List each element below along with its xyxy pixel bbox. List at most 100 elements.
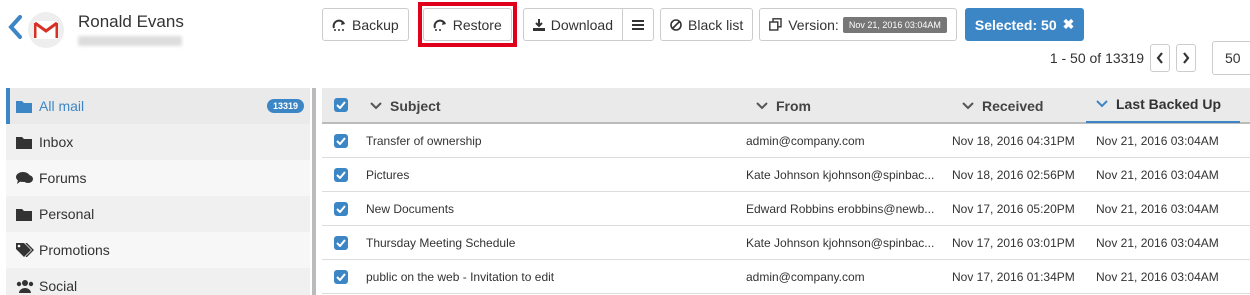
prev-page-button[interactable] xyxy=(1150,44,1170,72)
blacklist-label: Black list xyxy=(688,16,744,33)
folder-icon xyxy=(16,208,36,221)
cell-backed: Nov 21, 2016 03:04AM xyxy=(1096,133,1219,148)
row-checkbox[interactable] xyxy=(322,269,360,284)
cell-subject: Transfer of ownership xyxy=(366,133,482,148)
chevron-down-icon xyxy=(962,101,974,109)
table-row[interactable]: New Documents Edward Robbins erobbins@ne… xyxy=(322,192,1250,226)
download-icon xyxy=(532,18,545,31)
row-checkbox[interactable] xyxy=(322,201,360,216)
column-subject[interactable]: Subject xyxy=(360,97,746,114)
cell-from: Edward Robbins erobbins@newb... xyxy=(746,201,935,216)
pane-divider[interactable] xyxy=(312,88,316,295)
sidebar-item-label: Forums xyxy=(39,170,87,186)
table-row[interactable]: Thursday Meeting Schedule Kate Johnson k… xyxy=(322,226,1250,260)
sidebar-item-inbox[interactable]: Inbox xyxy=(6,124,310,160)
sidebar-item-forums[interactable]: Forums xyxy=(6,160,310,196)
table-header: Subject From Received Last Backed Up xyxy=(322,88,1250,124)
page-size-select[interactable]: 50 xyxy=(1212,41,1250,75)
cell-backed: Nov 21, 2016 03:04AM xyxy=(1096,201,1219,216)
sidebar-item-label: All mail xyxy=(39,98,85,114)
checkbox-checked-icon xyxy=(334,98,348,112)
chevron-down-icon xyxy=(370,101,382,109)
next-page-button[interactable] xyxy=(1176,44,1196,72)
backup-label: Backup xyxy=(352,16,399,33)
cell-subject: Pictures xyxy=(366,167,410,182)
sidebar-item-all-mail[interactable]: All mail 13319 xyxy=(6,88,310,124)
sidebar-item-label: Personal xyxy=(39,206,95,222)
column-from[interactable]: From xyxy=(746,97,952,114)
chevron-down-icon xyxy=(1096,100,1108,108)
blacklist-button[interactable]: Black list xyxy=(660,8,754,41)
table-row[interactable]: Pictures Kate Johnson kjohnson@spinbac..… xyxy=(322,158,1250,192)
sidebar-item-label: Social xyxy=(39,278,78,294)
cell-subject: public on the web - Invitation to edit xyxy=(366,269,555,284)
mail-table: Subject From Received Last Backed Up Tra… xyxy=(322,88,1250,294)
back-arrow-icon[interactable] xyxy=(6,14,26,40)
cell-subject: Thursday Meeting Schedule xyxy=(366,235,516,250)
cell-backed: Nov 21, 2016 03:04AM xyxy=(1096,269,1219,284)
cell-received: Nov 17, 2016 05:20PM xyxy=(952,201,1075,216)
page-size-value: 50 xyxy=(1225,50,1241,66)
backup-button[interactable]: Backup xyxy=(322,8,409,41)
ban-icon xyxy=(670,18,682,31)
pager-range: 1 - 50 of 13319 xyxy=(1049,50,1144,66)
column-received[interactable]: Received xyxy=(952,97,1096,114)
tag-icon xyxy=(16,243,36,257)
count-badge: 13319 xyxy=(266,99,304,113)
close-icon[interactable]: ✖ xyxy=(1063,16,1075,33)
chevron-left-icon xyxy=(1156,52,1163,64)
selected-label: Selected: 50 xyxy=(974,16,1057,33)
chevron-down-icon xyxy=(756,101,768,109)
version-label: Version: xyxy=(788,16,839,33)
clone-icon xyxy=(769,18,782,31)
checkbox-checked-icon xyxy=(334,269,348,284)
user-name: Ronald Evans xyxy=(78,12,184,31)
folder-icon xyxy=(16,136,36,149)
cell-from: Kate Johnson kjohnson@spinbac... xyxy=(746,235,935,250)
version-value: Nov 21, 2016 03:04AM xyxy=(842,16,947,33)
cell-from: Kate Johnson kjohnson@spinbac... xyxy=(746,167,935,182)
column-last-backed-up[interactable]: Last Backed Up xyxy=(1086,87,1240,123)
column-subject-label: Subject xyxy=(390,97,441,114)
list-icon xyxy=(632,17,644,33)
sidebar-item-label: Inbox xyxy=(39,134,74,150)
sidebar-item-social[interactable]: Social xyxy=(6,268,310,295)
sidebar-item-promotions[interactable]: Promotions xyxy=(6,232,310,268)
checkbox-checked-icon xyxy=(334,201,348,216)
restore-icon xyxy=(433,19,447,31)
sidebar-item-personal[interactable]: Personal xyxy=(6,196,310,232)
table-row[interactable]: public on the web - Invitation to edit a… xyxy=(322,260,1250,294)
cell-received: Nov 17, 2016 03:01PM xyxy=(952,235,1075,250)
row-checkbox[interactable] xyxy=(322,235,360,250)
row-checkbox[interactable] xyxy=(322,167,360,182)
cell-received: Nov 18, 2016 04:31PM xyxy=(952,133,1075,148)
pagination: 1 - 50 of 13319 50 xyxy=(1050,41,1250,75)
cell-from: admin@company.com xyxy=(746,133,865,148)
list-view-button[interactable] xyxy=(623,8,654,41)
comments-icon xyxy=(16,171,36,185)
column-received-label: Received xyxy=(982,97,1044,114)
sidebar: All mail 13319 Inbox Forums Personal Pro… xyxy=(6,88,310,295)
cell-backed: Nov 21, 2016 03:04AM xyxy=(1096,235,1219,250)
selected-button[interactable]: Selected: 50 ✖ xyxy=(964,8,1085,41)
download-group: Download xyxy=(522,8,654,41)
folder-icon xyxy=(16,100,36,113)
checkbox-checked-icon xyxy=(334,167,348,182)
cell-subject: New Documents xyxy=(366,201,455,216)
select-all-checkbox[interactable] xyxy=(322,98,360,112)
backup-icon xyxy=(332,19,346,31)
cell-backed: Nov 21, 2016 03:04AM xyxy=(1096,167,1219,182)
checkbox-checked-icon xyxy=(334,133,348,148)
column-backed-label: Last Backed Up xyxy=(1116,96,1222,112)
checkbox-checked-icon xyxy=(334,235,348,250)
toolbar: Backup Restore Download Black list Versi… xyxy=(322,2,1085,47)
column-from-label: From xyxy=(776,97,811,114)
table-row[interactable]: Transfer of ownership admin@company.com … xyxy=(322,124,1250,158)
download-button[interactable]: Download xyxy=(522,8,623,41)
restore-button[interactable]: Restore xyxy=(422,8,512,41)
users-icon xyxy=(16,279,36,293)
version-button[interactable]: Version: Nov 21, 2016 03:04AM xyxy=(759,8,957,41)
cell-received: Nov 17, 2016 01:34PM xyxy=(952,269,1075,284)
restore-label: Restore xyxy=(452,16,502,33)
row-checkbox[interactable] xyxy=(322,133,360,148)
